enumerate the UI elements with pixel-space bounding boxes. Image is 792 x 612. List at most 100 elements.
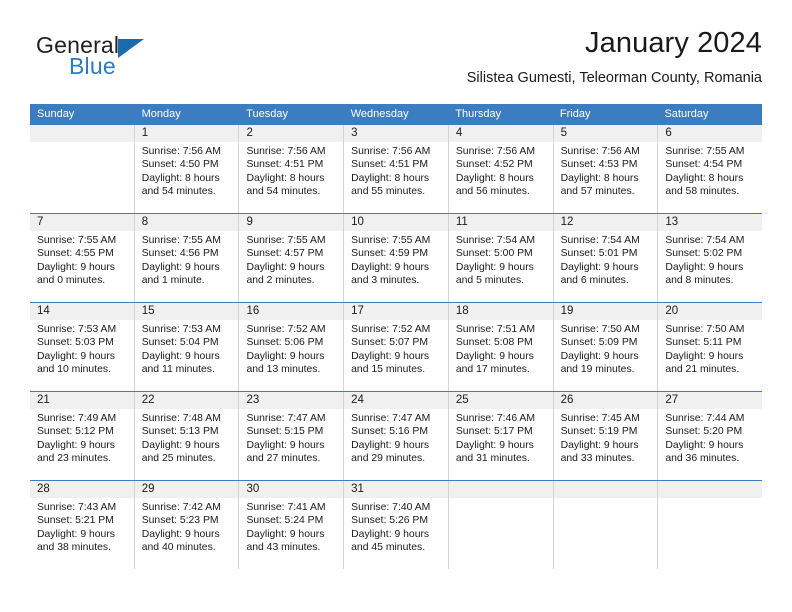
day-cell-14[interactable]: 14 Sunrise: 7:53 AM Sunset: 5:03 PM Dayligh… bbox=[30, 303, 135, 391]
day-number: 16 bbox=[239, 303, 344, 320]
calendar-week-row: 7 Sunrise: 7:55 AM Sunset: 4:55 PM Daylight… bbox=[30, 213, 763, 302]
day-sun-info: Sunrise: 7:41 AM Sunset: 5:24 PM Daylight:… bbox=[239, 498, 343, 555]
day-cell-18[interactable]: 18 Sunrise: 7:51 AM Sunset: 5:08 PM Dayligh… bbox=[448, 303, 554, 391]
day-sunrise-line: Sunrise: 7:56 AM bbox=[560, 146, 640, 157]
day-sunset-line: Sunset: 5:12 PM bbox=[37, 426, 114, 438]
day-number: 9 bbox=[239, 214, 344, 231]
day-cell-16[interactable]: 16 Sunrise: 7:52 AM Sunset: 5:06 PM Dayligh… bbox=[239, 303, 345, 391]
day-sun-info: Sunrise: 7:45 AM Sunset: 5:19 PM Daylight:… bbox=[554, 409, 658, 466]
day-sun-info bbox=[449, 498, 553, 501]
day-cell-25[interactable]: 25 Sunrise: 7:46 AM Sunset: 5:17 PM Dayligh… bbox=[448, 392, 554, 480]
day-sunrise-line: Sunrise: 7:56 AM bbox=[141, 146, 221, 157]
day-cell-7[interactable]: 7 Sunrise: 7:55 AM Sunset: 4:55 PM Daylight… bbox=[30, 214, 135, 302]
day-sunset-line: Sunset: 4:50 PM bbox=[141, 159, 219, 171]
day-cell-20[interactable]: 20 Sunrise: 7:50 AM Sunset: 5:11 PM Dayligh… bbox=[658, 303, 763, 391]
day-daylight-line: Daylight: 9 hours bbox=[351, 350, 430, 362]
day-number bbox=[448, 481, 553, 498]
day-cell-8[interactable]: 8 Sunrise: 7:55 AM Sunset: 4:56 PM Daylight… bbox=[134, 214, 240, 302]
day-daylight-line: Daylight: 9 hours bbox=[37, 350, 115, 362]
day-cell-4[interactable]: 4 Sunrise: 7:56 AM Sunset: 4:52 PM Daylight… bbox=[448, 125, 554, 213]
day-daylight-line: Daylight: 8 hours bbox=[141, 172, 220, 184]
day-cell-10[interactable]: 10 Sunrise: 7:55 AM Sunset: 4:59 PM Dayligh… bbox=[344, 214, 449, 302]
day-sunset-line: Sunset: 5:24 PM bbox=[246, 515, 324, 527]
day-sunrise-line: Sunrise: 7:55 AM bbox=[37, 235, 117, 246]
calendar-week-row: 1 Sunrise: 7:56 AM Sunset: 4:50 PM Daylight… bbox=[30, 125, 763, 213]
day-sunset-line: Sunset: 4:56 PM bbox=[141, 248, 219, 260]
day-daylight-line: Daylight: 9 hours bbox=[246, 261, 325, 273]
day-cell-26[interactable]: 26 Sunrise: 7:45 AM Sunset: 5:19 PM Dayligh… bbox=[553, 392, 659, 480]
day-daylight-line: Daylight: 9 hours bbox=[665, 439, 744, 451]
day-cell-empty bbox=[30, 125, 135, 213]
day-number: 12 bbox=[553, 214, 658, 231]
day-sun-info bbox=[658, 498, 762, 501]
day-cell-11[interactable]: 11 Sunrise: 7:54 AM Sunset: 5:00 PM Dayligh… bbox=[448, 214, 554, 302]
weekday-header-sunday: Sunday bbox=[37, 108, 75, 120]
day-daylight-line: Daylight: 9 hours bbox=[141, 528, 220, 540]
day-sunrise-line: Sunrise: 7:55 AM bbox=[141, 235, 221, 246]
day-daylight-line: and 43 minutes. bbox=[246, 542, 321, 554]
day-sun-info: Sunrise: 7:56 AM Sunset: 4:51 PM Daylight:… bbox=[344, 142, 448, 199]
day-cell-28[interactable]: 28 Sunrise: 7:43 AM Sunset: 5:21 PM Dayligh… bbox=[30, 481, 135, 569]
day-sunrise-line: Sunrise: 7:45 AM bbox=[560, 413, 640, 424]
day-cell-15[interactable]: 15 Sunrise: 7:53 AM Sunset: 5:04 PM Dayligh… bbox=[134, 303, 240, 391]
day-daylight-line: and 10 minutes. bbox=[37, 364, 111, 376]
day-cell-17[interactable]: 17 Sunrise: 7:52 AM Sunset: 5:07 PM Dayligh… bbox=[344, 303, 449, 391]
day-sunset-line: Sunset: 5:04 PM bbox=[141, 337, 219, 349]
day-sunset-line: Sunset: 5:06 PM bbox=[246, 337, 324, 349]
day-number: 7 bbox=[30, 214, 134, 231]
day-sunrise-line: Sunrise: 7:54 AM bbox=[560, 235, 640, 246]
day-cell-24[interactable]: 24 Sunrise: 7:47 AM Sunset: 5:16 PM Dayligh… bbox=[344, 392, 449, 480]
day-sunset-line: Sunset: 5:02 PM bbox=[665, 248, 743, 260]
weekday-header-wednesday: Wednesday bbox=[350, 108, 409, 120]
day-sunrise-line: Sunrise: 7:56 AM bbox=[455, 146, 536, 157]
day-cell-empty bbox=[553, 481, 659, 569]
day-number: 13 bbox=[658, 214, 763, 231]
page-title: January 2024 bbox=[585, 27, 762, 59]
calendar-week-row: 28 Sunrise: 7:43 AM Sunset: 5:21 PM Dayligh… bbox=[30, 480, 763, 569]
day-cell-12[interactable]: 12 Sunrise: 7:54 AM Sunset: 5:01 PM Dayligh… bbox=[553, 214, 659, 302]
day-cell-21[interactable]: 21 Sunrise: 7:49 AM Sunset: 5:12 PM Dayligh… bbox=[30, 392, 135, 480]
general-blue-logo[interactable]: General Blue bbox=[36, 32, 216, 88]
day-sunrise-line: Sunrise: 7:52 AM bbox=[246, 324, 326, 335]
day-number: 27 bbox=[658, 392, 763, 409]
day-cell-31[interactable]: 31 Sunrise: 7:40 AM Sunset: 5:26 PM Dayligh… bbox=[344, 481, 449, 569]
day-number: 23 bbox=[239, 392, 344, 409]
day-cell-2[interactable]: 2 Sunrise: 7:56 AM Sunset: 4:51 PM Daylight… bbox=[239, 125, 345, 213]
day-sunset-line: Sunset: 5:01 PM bbox=[560, 248, 638, 260]
day-daylight-line: Daylight: 9 hours bbox=[351, 261, 430, 273]
day-cell-30[interactable]: 30 Sunrise: 7:41 AM Sunset: 5:24 PM Dayligh… bbox=[239, 481, 345, 569]
day-sun-info: Sunrise: 7:54 AM Sunset: 5:01 PM Daylight:… bbox=[554, 231, 658, 288]
day-daylight-line: and 57 minutes. bbox=[560, 186, 635, 198]
day-daylight-line: and 25 minutes. bbox=[141, 453, 216, 465]
day-number: 10 bbox=[344, 214, 448, 231]
day-number: 6 bbox=[658, 125, 763, 142]
day-cell-3[interactable]: 3 Sunrise: 7:56 AM Sunset: 4:51 PM Daylight… bbox=[344, 125, 449, 213]
day-sunrise-line: Sunrise: 7:55 AM bbox=[351, 235, 431, 246]
day-number: 20 bbox=[658, 303, 763, 320]
day-cell-5[interactable]: 5 Sunrise: 7:56 AM Sunset: 4:53 PM Daylight… bbox=[553, 125, 659, 213]
day-cell-6[interactable]: 6 Sunrise: 7:55 AM Sunset: 4:54 PM Daylight… bbox=[658, 125, 763, 213]
day-cell-19[interactable]: 19 Sunrise: 7:50 AM Sunset: 5:09 PM Dayligh… bbox=[553, 303, 659, 391]
day-daylight-line: and 23 minutes. bbox=[37, 453, 111, 465]
day-cell-13[interactable]: 13 Sunrise: 7:54 AM Sunset: 5:02 PM Dayligh… bbox=[658, 214, 763, 302]
day-daylight-line: Daylight: 9 hours bbox=[141, 350, 220, 362]
day-sunset-line: Sunset: 4:59 PM bbox=[351, 248, 428, 260]
day-sunrise-line: Sunrise: 7:40 AM bbox=[351, 502, 431, 513]
day-sunrise-line: Sunrise: 7:42 AM bbox=[141, 502, 221, 513]
day-cell-29[interactable]: 29 Sunrise: 7:42 AM Sunset: 5:23 PM Dayligh… bbox=[134, 481, 240, 569]
day-sunrise-line: Sunrise: 7:52 AM bbox=[351, 324, 431, 335]
day-sunset-line: Sunset: 5:17 PM bbox=[455, 426, 533, 438]
day-number: 28 bbox=[30, 481, 134, 498]
day-daylight-line: and 8 minutes. bbox=[665, 275, 734, 287]
day-cell-1[interactable]: 1 Sunrise: 7:56 AM Sunset: 4:50 PM Daylight… bbox=[134, 125, 240, 213]
day-cell-23[interactable]: 23 Sunrise: 7:47 AM Sunset: 5:15 PM Dayligh… bbox=[239, 392, 345, 480]
title-block: January 2024 Silistea Gumesti, Teleorman… bbox=[467, 26, 762, 88]
day-sunset-line: Sunset: 4:57 PM bbox=[246, 248, 324, 260]
day-cell-27[interactable]: 27 Sunrise: 7:44 AM Sunset: 5:20 PM Dayligh… bbox=[658, 392, 763, 480]
calendar-week-row: 21 Sunrise: 7:49 AM Sunset: 5:12 PM Dayligh… bbox=[30, 391, 763, 480]
day-sunrise-line: Sunrise: 7:54 AM bbox=[455, 235, 536, 246]
day-daylight-line: Daylight: 8 hours bbox=[351, 172, 430, 184]
day-cell-22[interactable]: 22 Sunrise: 7:48 AM Sunset: 5:13 PM Dayligh… bbox=[134, 392, 240, 480]
day-cell-9[interactable]: 9 Sunrise: 7:55 AM Sunset: 4:57 PM Daylight… bbox=[239, 214, 345, 302]
day-daylight-line: Daylight: 9 hours bbox=[246, 528, 325, 540]
